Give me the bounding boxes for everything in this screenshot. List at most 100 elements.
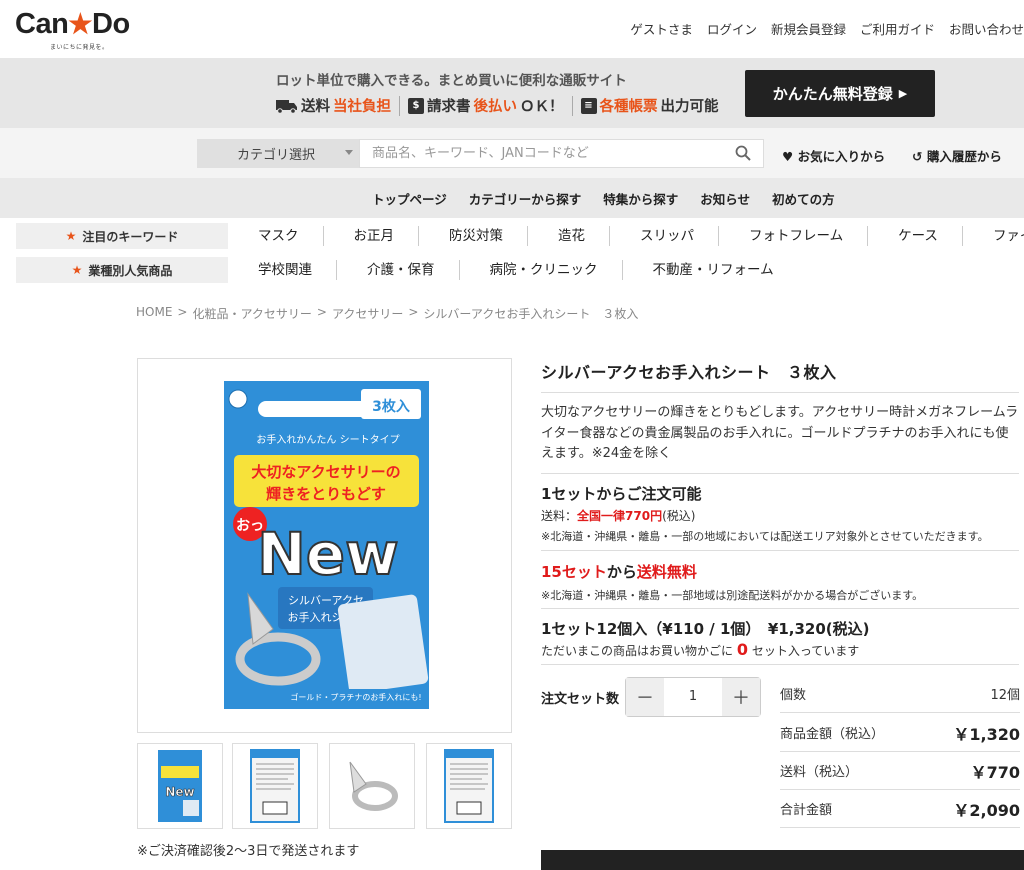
quantity-stepper: － 1 ＋ bbox=[625, 677, 761, 717]
cart-status-prefix: ただいまこの商品はお買い物かごに bbox=[541, 644, 734, 658]
divider bbox=[399, 95, 400, 116]
shipping-label: 送料： bbox=[541, 509, 578, 523]
star-icon: ★ bbox=[68, 9, 93, 39]
add-to-cart-button[interactable] bbox=[541, 850, 1024, 870]
favorites-label: お気に入りから bbox=[797, 149, 886, 164]
summary-row-total: 合計金額 ￥2,090 bbox=[780, 790, 1020, 828]
package-footer: ゴールド・プラチナのお手入れにも! bbox=[290, 692, 421, 702]
breadcrumb-home[interactable]: HOME bbox=[136, 305, 172, 322]
svg-text:New: New bbox=[165, 785, 194, 799]
breadcrumb-accessories[interactable]: アクセサリー bbox=[332, 305, 403, 322]
nav-first-time[interactable]: 初めての方 bbox=[772, 189, 835, 208]
star-icon: ★ bbox=[71, 263, 83, 277]
search-bar: カテゴリ選択 商品名、キーワード、JANコードなど ♥ お気に入りから ↺ 購入… bbox=[0, 128, 1024, 178]
decrement-button[interactable]: － bbox=[626, 678, 664, 716]
divider bbox=[571, 95, 573, 116]
product-description: 大切なアクセサリーの輝きをとりもどします。アクセサリー時計メガネフレームライター… bbox=[541, 405, 1019, 461]
ship-days-note: ※ご決済確認後2～3日で発送されます bbox=[137, 844, 360, 859]
summary-value: ￥1,320 bbox=[953, 724, 1020, 744]
breadcrumb-sep: > bbox=[177, 305, 188, 319]
invoice-icon: $ bbox=[408, 97, 424, 114]
logo-tagline: まいにちに発見を。 bbox=[50, 44, 109, 51]
breadcrumb-current: シルバーアクセお手入れシート ３枚入 bbox=[423, 307, 639, 321]
package-slogan-1: 大切なアクセサリーの bbox=[251, 463, 400, 481]
search-icon[interactable] bbox=[735, 145, 751, 161]
search-input[interactable]: 商品名、キーワード、JANコードなど bbox=[359, 139, 764, 168]
free-ship-label: 送料無料 bbox=[636, 563, 697, 581]
divider bbox=[541, 608, 1019, 609]
free-shipping-note: ※北海道・沖縄県・離島・一部地域は別途配送料がかかる場合がございます。 bbox=[541, 589, 924, 602]
feature-invoice-suffix: ＯＫ！ bbox=[520, 99, 564, 115]
contact-link[interactable]: お問い合わせ bbox=[949, 19, 1024, 38]
keyword-link[interactable]: ケース bbox=[868, 226, 963, 246]
keyword-link[interactable]: 防災対策 bbox=[419, 226, 528, 246]
thumbnail-1[interactable]: New bbox=[137, 743, 223, 829]
divider bbox=[541, 473, 1019, 474]
industry-link[interactable]: 病院・クリニック bbox=[460, 260, 623, 280]
summary-label: 個数 bbox=[780, 688, 807, 703]
divider bbox=[541, 550, 1019, 551]
heart-icon: ♥ bbox=[782, 149, 794, 164]
caret-down-icon bbox=[345, 150, 353, 155]
industry-link[interactable]: 学校関連 bbox=[228, 260, 337, 280]
cart-count: 0 bbox=[736, 640, 748, 659]
feature-forms-suffix: 出力可能 bbox=[660, 99, 719, 115]
shipping-note: ※北海道・沖縄県・離島・一部の地域においては配送エリア対象外とさせていただきます… bbox=[541, 530, 989, 543]
nav-categories[interactable]: カテゴリーから探す bbox=[469, 189, 582, 208]
summary-value: ￥2,090 bbox=[953, 800, 1020, 820]
nav-features[interactable]: 特集から探す bbox=[603, 189, 678, 208]
guest-greeting: ゲストさま bbox=[630, 22, 693, 37]
thumbnail-3[interactable] bbox=[329, 743, 415, 829]
breadcrumb-sep: > bbox=[408, 305, 419, 319]
industry-link[interactable]: 不動産・リフォーム bbox=[623, 260, 798, 280]
min-order-text: 1セットからご注文可能 bbox=[541, 485, 702, 503]
keyword-link[interactable]: 造花 bbox=[528, 226, 610, 246]
breadcrumb-cosmetics[interactable]: 化粧品・アクセサリー bbox=[192, 305, 311, 322]
keyword-link[interactable]: お正月 bbox=[324, 226, 419, 246]
keyword-link[interactable]: マスク bbox=[228, 226, 324, 246]
industry-label: ★ 業種別人気商品 bbox=[16, 257, 228, 283]
quantity-input[interactable]: 1 bbox=[664, 678, 722, 716]
nav-news[interactable]: お知らせ bbox=[700, 189, 750, 208]
category-select[interactable]: カテゴリ選択 bbox=[197, 139, 359, 168]
thumbnail-4[interactable] bbox=[426, 743, 512, 829]
summary-value: ￥770 bbox=[970, 762, 1020, 782]
site-logo[interactable]: Can★Do bbox=[15, 8, 130, 40]
nav-top[interactable]: トップページ bbox=[372, 189, 447, 208]
summary-label: 合計金額 bbox=[780, 803, 833, 818]
breadcrumb: HOME > 化粧品・アクセサリー > アクセサリー > シルバーアクセお手入れ… bbox=[136, 305, 638, 322]
breadcrumb-sep: > bbox=[316, 305, 327, 319]
main-nav: トップページ カテゴリーから探す 特集から探す お知らせ 初めての方 bbox=[0, 178, 1024, 218]
feature-invoice-prefix: 請求書 bbox=[427, 99, 471, 115]
register-link[interactable]: 新規会員登録 bbox=[771, 19, 846, 38]
guide-link[interactable]: ご利用ガイド bbox=[860, 19, 935, 38]
feature-invoice-highlight: 後払い bbox=[473, 99, 518, 115]
login-link[interactable]: ログイン bbox=[707, 19, 757, 38]
free-register-button[interactable]: かんたん無料登録 ▶ bbox=[745, 70, 935, 117]
keyword-link[interactable]: フォトフレーム bbox=[719, 226, 869, 246]
product-main-image[interactable]: 3枚入 お手入れかんたん シートタイプ 大切なアクセサリーの 輝きをとりもどす … bbox=[137, 358, 512, 733]
banner-headline: ロット単位で購入できる。まとめ買いに便利な通販サイト bbox=[276, 73, 627, 89]
package-slogan-2: 輝きをとりもどす bbox=[266, 485, 386, 503]
thumbnail-2[interactable] bbox=[232, 743, 318, 829]
summary-row-shipping: 送料（税込） ￥770 bbox=[780, 752, 1020, 790]
increment-button[interactable]: ＋ bbox=[722, 678, 760, 716]
cart-status-suffix: セット入っています bbox=[751, 644, 860, 658]
shipping-info: 送料：全国一律770円(税込) bbox=[541, 507, 695, 524]
keyword-link[interactable]: スリッパ bbox=[610, 226, 719, 246]
shipping-value: 全国一律770円 bbox=[577, 509, 663, 523]
set-info: 1セット12個入（¥110 / 1個） ¥1,320(税込) bbox=[541, 620, 870, 638]
summary-label: 送料（税込） bbox=[780, 765, 859, 780]
favorites-link[interactable]: ♥ お気に入りから bbox=[782, 146, 885, 165]
site-header: Can★Do まいにちに発見を。 ゲストさま ログイン 新規会員登録 ご利用ガイ… bbox=[0, 0, 1024, 58]
feature-shipping-highlight: 当社負担 bbox=[333, 99, 391, 115]
industry-link[interactable]: 介護・保育 bbox=[337, 260, 460, 280]
industry-label-text: 業種別人気商品 bbox=[88, 263, 173, 278]
history-link[interactable]: ↺ 購入履歴から bbox=[912, 146, 1002, 165]
cart-status: ただいまこの商品はお買い物かごに 0 セット入っています bbox=[541, 640, 859, 659]
divider bbox=[541, 664, 1019, 665]
promo-banner: ロット単位で購入できる。まとめ買いに便利な通販サイト 送料 当社負担 $ 請求書後… bbox=[0, 58, 1024, 128]
keyword-link[interactable]: ファイル bbox=[963, 226, 1024, 246]
history-label: 購入履歴から bbox=[926, 149, 1002, 164]
summary-value: 12個 bbox=[990, 688, 1020, 703]
